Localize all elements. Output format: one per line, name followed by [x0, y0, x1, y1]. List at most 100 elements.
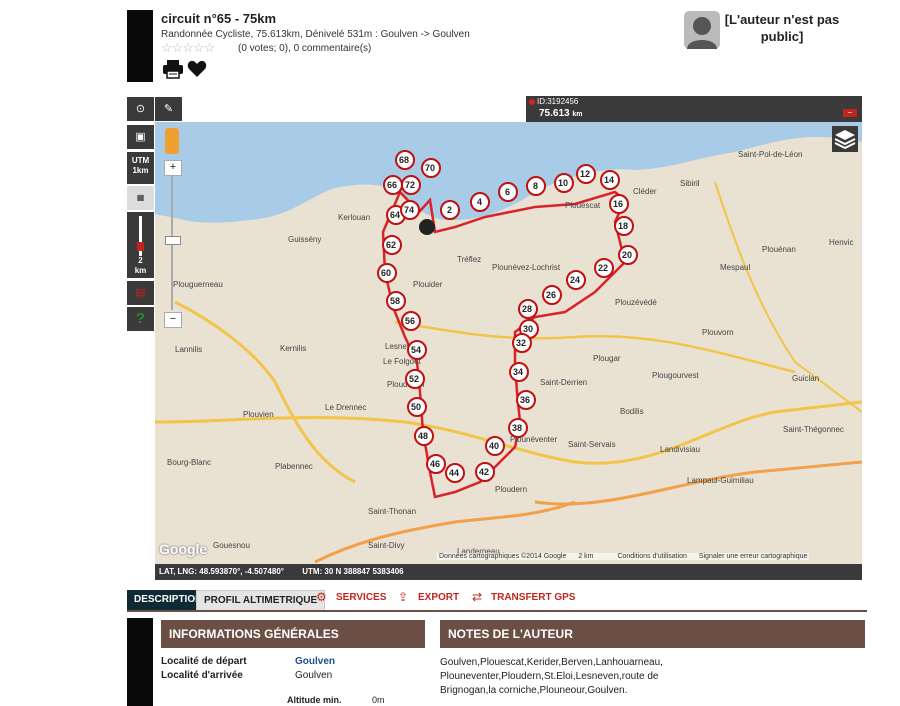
latlng-readout: LAT, LNG: 48.593870°, -4.507480° [159, 567, 284, 576]
author-notes-header: NOTES DE L'AUTEUR [440, 620, 865, 648]
svg-text:14: 14 [604, 175, 614, 185]
distance-readout: 75.613 km [539, 108, 583, 119]
altitude-value: 0m [372, 695, 385, 705]
coords-bar: LAT, LNG: 48.593870°, -4.507480° UTM: 30… [155, 564, 862, 580]
heart-icon[interactable] [187, 60, 207, 78]
help-icon[interactable]: ? [127, 307, 154, 331]
svg-text:44: 44 [449, 468, 459, 478]
svg-text:6: 6 [505, 187, 510, 197]
svg-text:Landivisiau: Landivisiau [660, 445, 700, 454]
slider-value: 2 [138, 256, 143, 265]
svg-text:Guissény: Guissény [288, 235, 321, 244]
author-name: [L'auteur n'est pas public] [724, 12, 840, 44]
svg-text:Plougar: Plougar [593, 354, 621, 363]
rating-stars[interactable]: ☆☆☆☆☆ [161, 40, 215, 56]
svg-text:Plouider: Plouider [413, 280, 443, 289]
svg-text:Saint-Thonan: Saint-Thonan [368, 507, 416, 516]
svg-text:Plouvien: Plouvien [243, 410, 274, 419]
scale-label-top: UTM [131, 156, 150, 165]
pegman-icon[interactable] [165, 128, 179, 154]
svg-text:Plouescat: Plouescat [565, 201, 601, 210]
svg-text:56: 56 [405, 316, 415, 326]
svg-text:68: 68 [399, 155, 409, 165]
svg-text:42: 42 [479, 467, 489, 477]
slider-unit: km [134, 266, 147, 275]
logos-icon[interactable]: ▦ [127, 186, 154, 210]
zoom-handle[interactable] [165, 236, 181, 245]
photo-icon[interactable]: ▣ [127, 125, 154, 149]
svg-text:46: 46 [430, 459, 440, 469]
svg-text:38: 38 [512, 423, 522, 433]
close-panel-icon[interactable]: − [843, 109, 857, 117]
svg-text:Cléder: Cléder [633, 187, 657, 196]
distance-unit: km [572, 111, 583, 118]
export-link[interactable]: EXPORT [418, 592, 459, 603]
zoom-out-button[interactable]: − [164, 312, 182, 328]
svg-text:64: 64 [390, 210, 400, 220]
svg-text:Saint-Pol-de-Léon: Saint-Pol-de-Léon [738, 150, 802, 159]
svg-text:30: 30 [523, 324, 533, 334]
recenter-icon[interactable]: ⊙ [127, 97, 154, 121]
svg-text:34: 34 [513, 367, 523, 377]
svg-text:Plounévez-Lochrist: Plounévez-Lochrist [492, 263, 561, 272]
tab-elevation-profile[interactable]: PROFIL ALTIMETRIQUE [196, 590, 326, 611]
general-info-header: INFORMATIONS GÉNÉRALES [161, 620, 425, 648]
terms-link[interactable]: Conditions d'utilisation [617, 553, 686, 560]
svg-text:26: 26 [546, 290, 556, 300]
svg-text:Kernilis: Kernilis [280, 344, 306, 353]
svg-text:Plougourvest: Plougourvest [652, 371, 699, 380]
end-value: Goulven [295, 670, 333, 681]
map-canvas[interactable]: Saint-Pol-de-Léon Cléder Sibiril Plouesc… [155, 122, 862, 564]
svg-text:Plouvorn: Plouvorn [702, 328, 734, 337]
svg-text:32: 32 [516, 338, 526, 348]
svg-text:Saint-Divy: Saint-Divy [368, 541, 404, 550]
route-subtitle: Randonnée Cycliste, 75.613km, Dénivelé 5… [161, 29, 470, 40]
header-accent-bar [127, 10, 153, 82]
record-dot-icon [529, 99, 535, 105]
svg-text:Bodilis: Bodilis [620, 407, 644, 416]
svg-text:60: 60 [381, 268, 391, 278]
print-map-icon[interactable]: ▤ [127, 281, 154, 305]
svg-text:Plouénan: Plouénan [762, 245, 796, 254]
svg-text:62: 62 [386, 240, 396, 250]
svg-text:58: 58 [390, 296, 400, 306]
scale-toggle[interactable]: UTM 1km [127, 152, 154, 184]
distance-value: 75.613 [539, 108, 570, 119]
start-value[interactable]: Goulven [295, 656, 335, 667]
svg-text:Bourg-Blanc: Bourg-Blanc [167, 458, 211, 467]
gps-transfer-icon: ⇄ [472, 590, 483, 604]
scale-slider[interactable]: 2 km [127, 212, 154, 278]
layers-icon[interactable] [832, 126, 858, 152]
measure-icon[interactable]: ✎ [155, 97, 182, 121]
gps-transfer-link[interactable]: TRANSFERT GPS [491, 592, 575, 603]
zoom-slider[interactable]: + − [164, 160, 182, 330]
user-silhouette-icon [684, 11, 720, 49]
slider-handle[interactable] [137, 242, 144, 251]
services-link[interactable]: SERVICES [336, 592, 386, 603]
svg-text:Ploudern: Ploudern [495, 485, 527, 494]
map-svg: Saint-Pol-de-Léon Cléder Sibiril Plouesc… [155, 122, 862, 564]
svg-text:36: 36 [520, 395, 530, 405]
svg-text:52: 52 [409, 374, 419, 384]
svg-text:Kerlouan: Kerlouan [338, 213, 370, 222]
svg-text:Plabennec: Plabennec [275, 462, 313, 471]
google-logo: Google [159, 541, 208, 557]
svg-text:12: 12 [580, 169, 590, 179]
distance-panel: ID:3192456 75.613 km − [526, 96, 862, 122]
svg-text:Henvic: Henvic [829, 238, 853, 247]
map-attribution: Données cartographiques ©2014 Google 2 k… [437, 553, 810, 560]
report-link[interactable]: Signaler une erreur cartographique [699, 553, 808, 560]
svg-text:Mespaul: Mespaul [720, 263, 750, 272]
svg-text:54: 54 [411, 345, 421, 355]
svg-text:70: 70 [425, 163, 435, 173]
svg-text:20: 20 [622, 250, 632, 260]
svg-text:Plouzévédé: Plouzévédé [615, 298, 657, 307]
svg-text:8: 8 [533, 181, 538, 191]
printer-icon[interactable] [162, 59, 184, 79]
svg-text:Gouesnou: Gouesnou [213, 541, 250, 550]
route-title: circuit n°65 - 75km [161, 11, 277, 26]
svg-text:Le Drennec: Le Drennec [325, 403, 366, 412]
svg-text:Saint-Thégonnec: Saint-Thégonnec [783, 425, 844, 434]
svg-text:66: 66 [387, 180, 397, 190]
zoom-in-button[interactable]: + [164, 160, 182, 176]
